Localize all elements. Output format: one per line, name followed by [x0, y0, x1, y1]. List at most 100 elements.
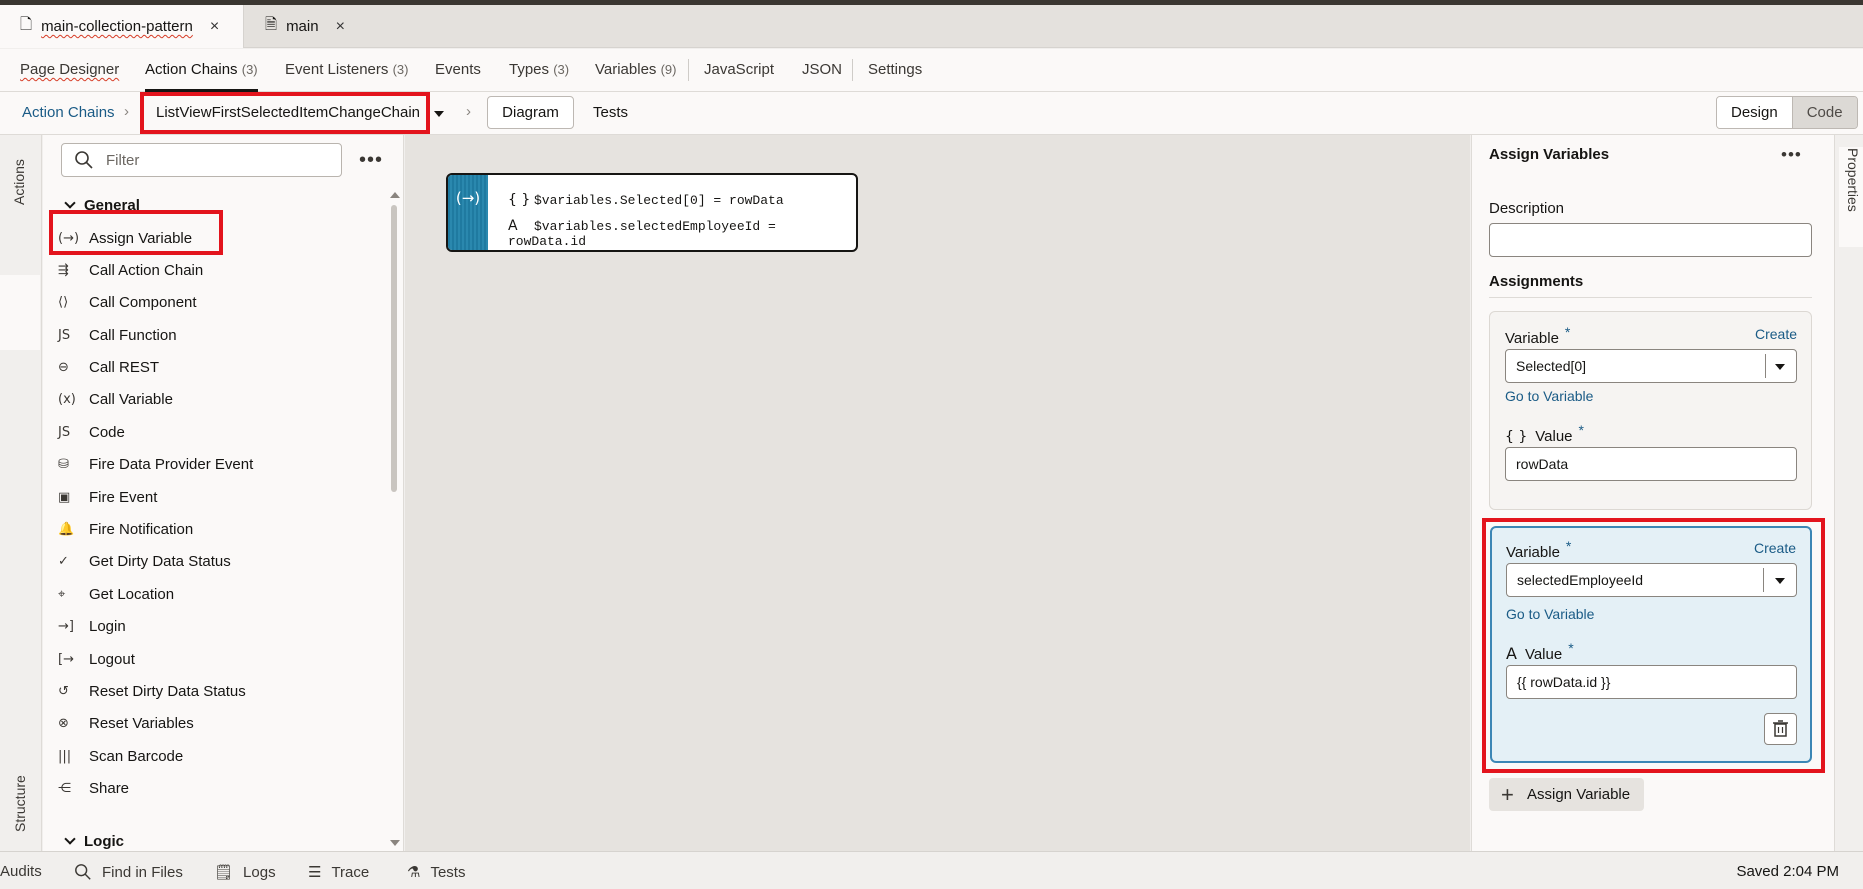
value-label: A Value * [1506, 640, 1574, 663]
scroll-down-arrow[interactable] [390, 840, 400, 846]
more-options-icon[interactable]: ••• [1781, 146, 1802, 163]
variable-select[interactable]: selectedEmployeeId [1506, 563, 1797, 597]
broom-icon: ✓ [58, 553, 69, 569]
object-icon: { } [508, 192, 531, 208]
login-icon: →] [58, 618, 74, 634]
palette-item-login[interactable]: →] Login [58, 613, 126, 639]
object-icon: { } [1505, 429, 1528, 445]
palette-item-logout[interactable]: [→ Logout [58, 646, 135, 672]
assign-variables-node[interactable]: (→) { } $variables.Selected[0] = rowData … [446, 173, 858, 252]
palette-scrollbar[interactable] [391, 205, 397, 492]
file-tab-bar: 🗋 main-collection-pattern × 🗎 main × [0, 5, 1863, 48]
logout-icon: [→ [58, 651, 74, 667]
value-field[interactable]: rowData [1505, 447, 1797, 481]
palette-item-fire-event[interactable]: ▣ Fire Event [58, 484, 157, 510]
status-bar: Audits Find in Files 🗒 Logs ☰ Trace ⚗ Tests… [0, 851, 1863, 889]
find-in-files-button[interactable]: Find in Files [74, 863, 183, 881]
call-variable-icon: (x) [58, 391, 76, 407]
more-options-icon[interactable]: ••• [359, 150, 383, 170]
go-to-variable-link[interactable]: Go to Variable [1505, 388, 1593, 404]
tab-types[interactable]: Types (3) [509, 49, 569, 92]
value-field[interactable]: {{ rowData.id }} [1506, 665, 1797, 699]
palette-item-fire-notification[interactable]: 🔔 Fire Notification [58, 516, 193, 542]
description-label: Description [1489, 200, 1565, 217]
reset-variables-icon: ⊗ [58, 715, 69, 731]
chevron-down-icon[interactable] [1775, 578, 1785, 584]
chain-dropdown-icon[interactable] [434, 111, 444, 117]
structure-side-tab[interactable]: Structure [12, 775, 28, 832]
tests-button[interactable]: ⚗ Tests [407, 863, 465, 882]
design-toggle[interactable]: Design [1717, 97, 1792, 128]
file-icon: 🗋 [20, 16, 33, 33]
tab-json[interactable]: JSON [802, 49, 842, 92]
select-separator [1765, 354, 1766, 378]
trace-button[interactable]: ☰ Trace [308, 863, 369, 882]
palette-item-get-dirty-data-status[interactable]: ✓ Get Dirty Data Status [58, 548, 231, 574]
logs-button[interactable]: 🗒 Logs [214, 863, 276, 882]
database-icon: ⛁ [58, 456, 69, 472]
assign-variable-icon: (→) [58, 230, 80, 246]
palette-item-call-rest[interactable]: ⊖ Call REST [58, 354, 159, 380]
logs-icon: 🗒 [214, 864, 234, 881]
palette-item-call-component[interactable]: ⟨⟩ Call Component [58, 289, 197, 315]
chevron-right-icon: › [466, 103, 471, 120]
text-type-icon: A [508, 218, 518, 234]
tab-javascript[interactable]: JavaScript [704, 49, 774, 92]
palette-item-code[interactable]: JS Code [58, 419, 125, 445]
palette-item-call-action-chain[interactable]: ⇶ Call Action Chain [58, 257, 203, 283]
code-toggle[interactable]: Code [1791, 97, 1857, 128]
tab-settings[interactable]: Settings [868, 49, 922, 92]
actions-side-tab-bg [0, 275, 40, 350]
call-function-icon: JS [58, 327, 71, 343]
tab-event-listeners[interactable]: Event Listeners (3) [285, 49, 408, 92]
delete-assignment-button[interactable] [1764, 713, 1797, 745]
breadcrumb: Action Chains › ListViewFirstSelectedIte… [0, 92, 1863, 135]
tests-link[interactable]: Tests [593, 104, 628, 121]
properties-side-tab[interactable]: Properties [1845, 148, 1861, 212]
palette-item-call-variable[interactable]: (x) Call Variable [58, 386, 173, 412]
chevron-down-icon[interactable] [1775, 364, 1785, 370]
create-variable-link[interactable]: Create [1755, 326, 1797, 342]
palette-item-reset-variables[interactable]: ⊗ Reset Variables [58, 710, 194, 736]
file-tab-main[interactable]: 🗎 main × [245, 5, 360, 48]
tab-page-designer[interactable]: Page Designer [20, 49, 119, 92]
description-field[interactable] [1489, 223, 1812, 257]
palette-item-scan-barcode[interactable]: ||| Scan Barcode [58, 743, 183, 769]
palette-item-reset-dirty-data-status[interactable]: ↺ Reset Dirty Data Status [58, 678, 246, 704]
node-assignment-line: { } $variables.Selected[0] = rowData [508, 192, 784, 208]
file-tab-main-collection-pattern[interactable]: 🗋 main-collection-pattern × [0, 5, 244, 48]
actions-side-tab[interactable]: Actions [11, 159, 27, 205]
palette-item-assign-variable[interactable]: (→) Assign Variable [58, 225, 192, 251]
palette-item-fire-data-provider-event[interactable]: ⛁ Fire Data Provider Event [58, 451, 253, 477]
flask-icon: ⚗ [407, 864, 421, 881]
close-icon[interactable]: × [210, 18, 219, 36]
file-tab-label: main [286, 18, 319, 35]
close-icon[interactable]: × [336, 18, 345, 36]
palette-item-call-function[interactable]: JS Call Function [58, 322, 177, 348]
location-pin-icon: ⌖ [58, 586, 66, 602]
add-assign-variable-button[interactable]: + Assign Variable [1489, 778, 1644, 811]
chevron-down-icon [64, 197, 76, 209]
text-type-icon: A [1506, 644, 1517, 663]
call-component-icon: ⟨⟩ [58, 294, 69, 310]
palette-item-share[interactable]: ⋲ Share [58, 775, 129, 801]
create-variable-link[interactable]: Create [1754, 540, 1796, 556]
audits-button[interactable]: Audits [0, 863, 42, 880]
page-icon: 🗎 [265, 16, 278, 33]
diagram-button[interactable]: Diagram [487, 96, 574, 129]
go-to-variable-link[interactable]: Go to Variable [1506, 606, 1594, 622]
tab-events[interactable]: Events [435, 49, 481, 92]
divider [1489, 297, 1812, 298]
code-icon: JS [58, 424, 71, 440]
bell-icon: 🔔 [58, 521, 75, 537]
tab-separator [688, 59, 689, 81]
scroll-up-arrow[interactable] [390, 192, 400, 198]
palette-item-get-location[interactable]: ⌖ Get Location [58, 581, 174, 607]
tab-action-chains[interactable]: Action Chains (3) [145, 49, 258, 92]
tab-variables[interactable]: Variables (9) [595, 49, 676, 92]
breadcrumb-action-chains-link[interactable]: Action Chains [22, 104, 115, 121]
variable-select[interactable]: Selected[0] [1505, 349, 1797, 383]
filter-input[interactable]: Filter [61, 143, 342, 177]
assignments-label: Assignments [1489, 273, 1584, 290]
group-logic[interactable]: Logic [62, 833, 124, 850]
